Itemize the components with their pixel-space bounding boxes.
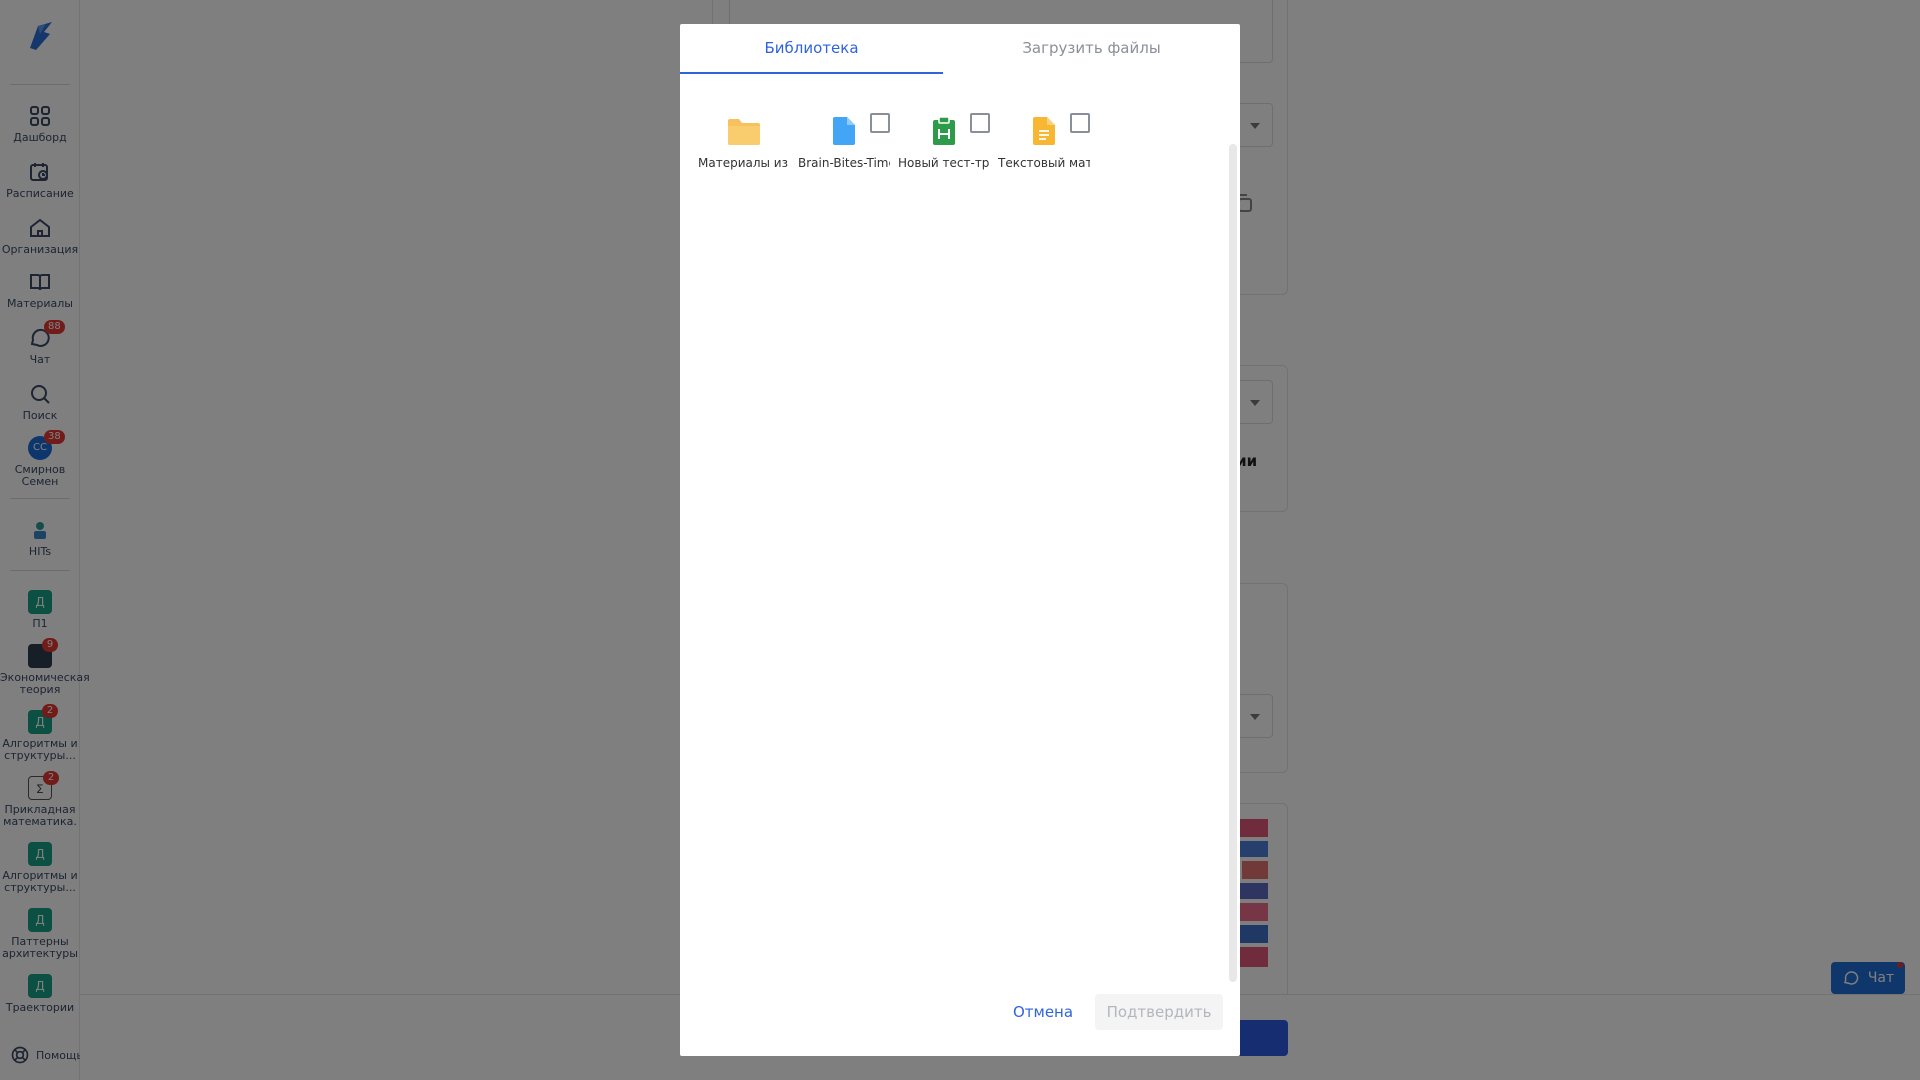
library-item-name: Новый тест-тренажер xyxy=(898,156,990,170)
file-icon xyxy=(828,116,860,146)
library-item-name: Материалы из курса xyxy=(698,156,790,170)
select-checkbox[interactable] xyxy=(1070,113,1090,133)
library-item-folder[interactable]: Материалы из курса xyxy=(698,90,790,176)
library-item-test[interactable]: Новый тест-тренажер xyxy=(898,90,990,176)
library-item-text[interactable]: Текстовый материал xyxy=(998,90,1090,176)
library-grid: Материалы из курса Brain-Bites-Time Новы… xyxy=(698,90,1090,176)
select-checkbox[interactable] xyxy=(970,113,990,133)
folder-icon xyxy=(728,116,760,146)
text-doc-icon xyxy=(1028,116,1060,146)
file-picker-modal: Библиотека Загрузить файлы Материалы из … xyxy=(680,24,1240,1056)
library-item-file[interactable]: Brain-Bites-Time xyxy=(798,90,890,176)
modal-tabs: Библиотека Загрузить файлы xyxy=(680,24,1240,74)
library-item-name: Brain-Bites-Time xyxy=(798,156,890,170)
library-item-name: Текстовый материал xyxy=(998,156,1090,170)
confirm-button[interactable]: Подтвердить xyxy=(1095,994,1223,1030)
tab-library[interactable]: Библиотека xyxy=(680,24,943,74)
tab-upload-files[interactable]: Загрузить файлы xyxy=(943,24,1240,74)
scrollbar[interactable] xyxy=(1229,144,1237,982)
test-icon xyxy=(928,116,960,146)
select-checkbox[interactable] xyxy=(870,113,890,133)
cancel-button[interactable]: Отмена xyxy=(998,994,1088,1030)
